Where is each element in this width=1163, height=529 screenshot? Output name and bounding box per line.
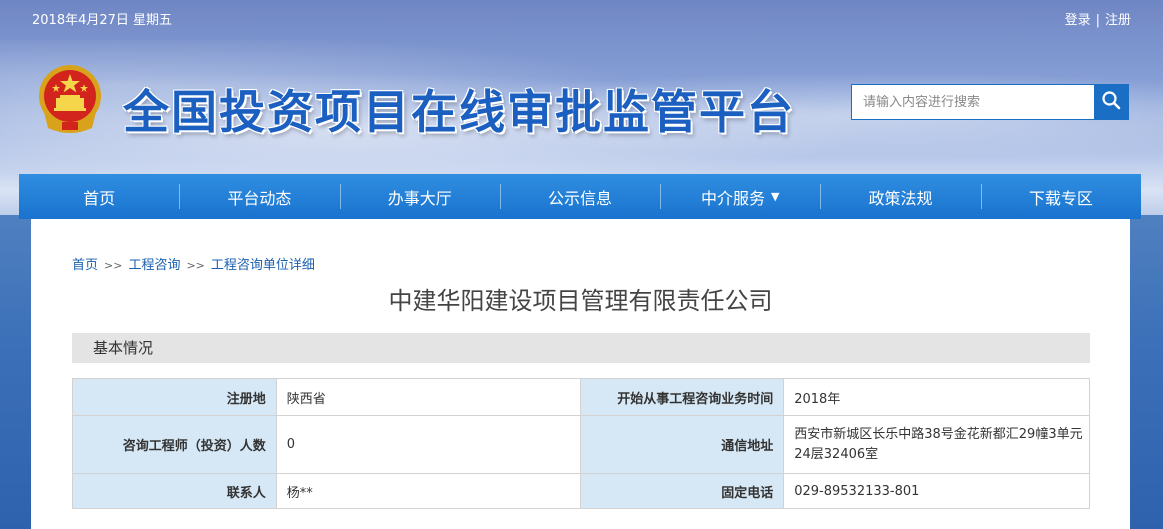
- breadcrumb-current[interactable]: 工程咨询单位详细: [211, 258, 315, 273]
- table-row: 联系人 杨** 固定电话 029-89532133-801: [72, 473, 1090, 509]
- table-row: 咨询工程师（投资）人数 0 通信地址 西安市新城区长乐中路38号金花新都汇29幢…: [72, 415, 1090, 474]
- field-value: 杨**: [275, 473, 582, 509]
- field-label: 注册地: [72, 378, 277, 416]
- main-content: 首页 >> 工程咨询 >> 工程咨询单位详细 中建华阳建设项目管理有限责任公司 基本情况…: [31, 219, 1130, 529]
- current-date: 2018年4月27日 星期五: [32, 13, 173, 28]
- nav-item-platform-news[interactable]: 平台动态: [179, 174, 339, 219]
- nav-item-public-info[interactable]: 公示信息: [499, 174, 660, 219]
- field-label: 开始从事工程咨询业务时间: [580, 378, 785, 416]
- section-header: 基本情况: [72, 333, 1090, 363]
- search-input[interactable]: [852, 85, 1094, 119]
- field-value: 2018年: [783, 378, 1090, 416]
- breadcrumb-separator: >>: [104, 259, 123, 272]
- national-emblem-icon: [36, 62, 104, 136]
- nav-item-intermediary-service[interactable]: 中介服务 ▼: [660, 174, 820, 219]
- nav-item-downloads[interactable]: 下载专区: [980, 174, 1141, 219]
- nav-item-label: 首页: [83, 188, 116, 208]
- field-value: 西安市新城区长乐中路38号金花新都汇29幢3单元24层32406室: [783, 415, 1090, 474]
- search-icon: [1101, 90, 1121, 114]
- search-bar: [851, 84, 1129, 120]
- nav-item-label: 平台动态: [227, 188, 292, 208]
- account-links: 登录 | 注册: [1065, 9, 1131, 28]
- nav-item-label: 下载专区: [1028, 188, 1093, 208]
- field-label: 联系人: [72, 473, 277, 509]
- field-label: 固定电话: [580, 473, 785, 509]
- nav-item-label: 办事大厅: [387, 188, 452, 208]
- table-row: 注册地 陕西省 开始从事工程咨询业务时间 2018年: [72, 378, 1090, 416]
- main-nav: 首页 平台动态 办事大厅 公示信息 中介服务 ▼ 政策法规 下载专区: [19, 174, 1141, 219]
- register-link[interactable]: 注册: [1105, 13, 1131, 28]
- breadcrumb-consulting[interactable]: 工程咨询: [128, 258, 180, 273]
- info-table: 注册地 陕西省 开始从事工程咨询业务时间 2018年 咨询工程师（投资）人数 0…: [72, 378, 1090, 509]
- nav-item-label: 中介服务: [701, 188, 766, 208]
- link-separator: |: [1095, 13, 1100, 28]
- field-value: 0: [275, 415, 582, 474]
- breadcrumb-home[interactable]: 首页: [72, 258, 98, 273]
- page-title: 中建华阳建设项目管理有限责任公司: [388, 287, 773, 315]
- field-value: 陕西省: [275, 378, 582, 416]
- nav-item-home[interactable]: 首页: [19, 174, 179, 219]
- nav-item-service-hall[interactable]: 办事大厅: [339, 174, 500, 219]
- nav-item-label: 政策法规: [868, 188, 933, 208]
- field-label: 通信地址: [580, 415, 785, 474]
- field-label: 咨询工程师（投资）人数: [72, 415, 277, 474]
- chevron-down-icon: ▼: [771, 190, 780, 203]
- nav-item-label: 公示信息: [547, 188, 612, 208]
- breadcrumb: 首页 >> 工程咨询 >> 工程咨询单位详细: [72, 254, 315, 273]
- site-title: 全国投资项目在线审批监管平台: [123, 85, 795, 139]
- search-button[interactable]: [1094, 85, 1128, 119]
- field-value: 029-89532133-801: [783, 473, 1090, 509]
- breadcrumb-separator: >>: [186, 259, 205, 272]
- login-link[interactable]: 登录: [1065, 13, 1091, 28]
- nav-item-policies[interactable]: 政策法规: [820, 174, 980, 219]
